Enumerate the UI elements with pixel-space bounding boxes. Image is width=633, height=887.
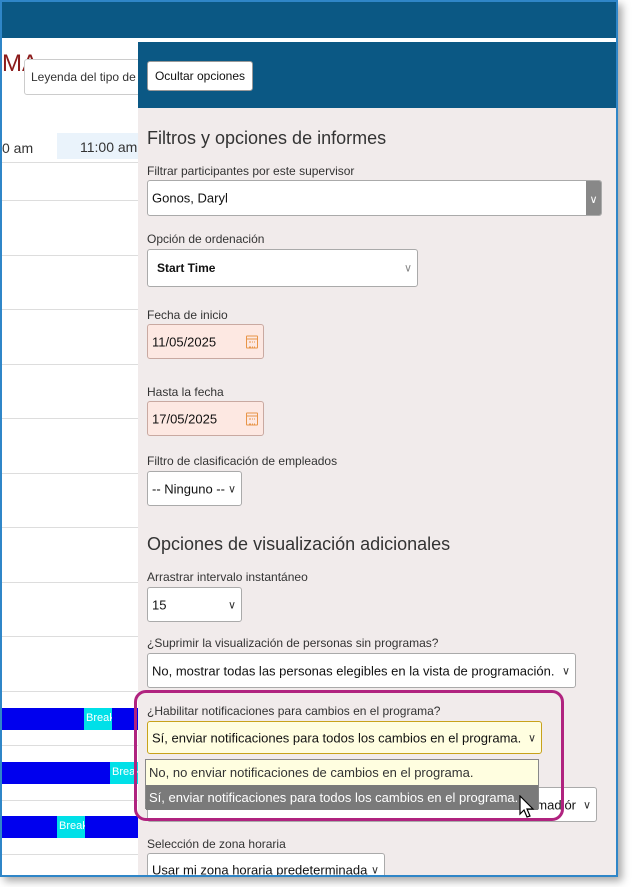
chevron-down-icon: ∨ xyxy=(227,599,236,611)
timezone-select[interactable]: Usar mi zona horaria predeterminada ∨ xyxy=(147,853,385,877)
snap-label: Arrastrar intervalo instantáneo xyxy=(147,570,308,584)
chevron-down-icon: ∨ xyxy=(403,262,412,275)
timezone-value: Usar mi zona horaria predeterminada xyxy=(152,862,368,877)
sort-label: Opción de ordenación xyxy=(147,232,265,246)
sort-select[interactable]: Start Time ∨ xyxy=(147,249,418,287)
start-date-label: Fecha de inicio xyxy=(147,308,228,322)
supervisor-value: Gonos, Daryl xyxy=(152,190,228,206)
section-title-filters: Filtros y opciones de informes xyxy=(147,128,387,148)
row-divider xyxy=(2,582,142,583)
chevron-down-icon: ∨ xyxy=(582,799,591,811)
section-title-display: Opciones de visualización adicionales xyxy=(147,534,451,554)
row-divider xyxy=(2,200,142,201)
supervisor-label: Filtrar participantes por este superviso… xyxy=(147,164,355,178)
calendar-icon[interactable] xyxy=(246,412,258,425)
classification-select[interactable]: -- Ninguno -- ∨ xyxy=(147,471,242,506)
row-divider xyxy=(2,854,142,855)
start-date-input[interactable]: 11/05/2025 xyxy=(147,324,264,359)
snap-value: 15 xyxy=(152,597,167,612)
calendar-icon[interactable] xyxy=(246,335,258,348)
row-divider xyxy=(2,309,142,310)
classification-label: Filtro de clasificación de empleados xyxy=(147,454,338,468)
row-divider xyxy=(2,255,142,256)
snap-interval-select[interactable]: 15 ∨ xyxy=(147,587,242,622)
sort-value: Start Time xyxy=(157,261,216,275)
chevron-down-icon: ∨ xyxy=(227,483,236,495)
top-bar xyxy=(2,2,616,38)
row-divider xyxy=(2,745,142,746)
time-header: 11:00 am xyxy=(57,133,147,159)
start-date-value: 11/05/2025 xyxy=(152,334,217,349)
row-divider xyxy=(2,527,142,528)
row-divider xyxy=(2,162,142,163)
supervisor-select[interactable]: Gonos, Daryl ∨ xyxy=(147,180,602,216)
row-divider xyxy=(2,418,142,419)
row-divider xyxy=(2,636,142,637)
panel-header: Ocultar opciones xyxy=(138,42,616,108)
chevron-down-icon[interactable]: ∨ xyxy=(586,181,601,215)
end-date-input[interactable]: 17/05/2025 xyxy=(147,401,264,436)
end-date-label: Hasta la fecha xyxy=(147,385,224,399)
break-block[interactable]: Break xyxy=(57,816,85,838)
highlight-annotation xyxy=(134,690,564,821)
row-divider xyxy=(2,473,142,474)
suppress-select[interactable]: No, mostrar todas las personas elegibles… xyxy=(147,653,576,688)
chevron-down-icon: ∨ xyxy=(561,665,570,677)
row-divider xyxy=(2,691,142,692)
end-date-value: 17/05/2025 xyxy=(152,411,218,426)
row-divider xyxy=(2,800,142,801)
chevron-down-icon: ∨ xyxy=(370,864,379,876)
suppress-value: No, mostrar todas las personas elegibles… xyxy=(152,663,555,678)
classification-value: -- Ninguno -- xyxy=(152,481,225,496)
legend-select[interactable]: Leyenda del tipo de xyxy=(24,59,149,95)
row-divider xyxy=(2,364,142,365)
timezone-label: Selección de zona horaria xyxy=(147,837,286,851)
mouse-cursor-icon xyxy=(519,795,535,818)
hide-options-button[interactable]: Ocultar opciones xyxy=(147,61,253,91)
suppress-label: ¿Suprimir la visualización de personas s… xyxy=(147,636,439,650)
break-block[interactable]: Break xyxy=(84,708,112,730)
shift-bar[interactable] xyxy=(2,708,142,730)
time-header: 0 am xyxy=(2,140,34,156)
